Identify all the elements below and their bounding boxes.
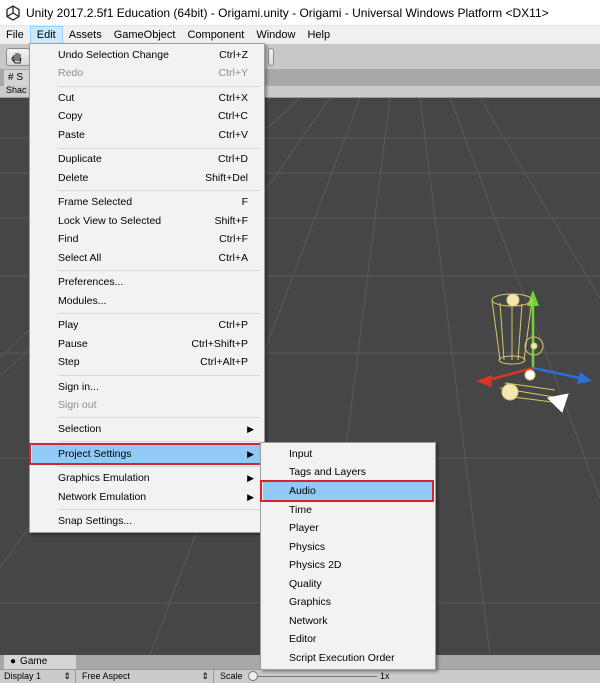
- menu-help[interactable]: Help: [301, 26, 336, 44]
- menu-separator: [58, 509, 260, 510]
- menu-separator: [58, 441, 260, 442]
- menu-item-sign-in[interactable]: Sign in...: [32, 378, 262, 396]
- submenu-item-tags-and-layers[interactable]: Tags and Layers: [263, 463, 433, 481]
- menu-item-preferences[interactable]: Preferences...: [32, 273, 262, 291]
- menu-item-find[interactable]: Find Ctrl+F: [32, 230, 262, 248]
- dropdown-arrow-icon: ⇕: [63, 671, 71, 681]
- menu-item-modules[interactable]: Modules...: [32, 292, 262, 310]
- title-bar: Unity 2017.2.5f1 Education (64bit) - Ori…: [0, 0, 600, 26]
- menu-item-cut[interactable]: Cut Ctrl+X: [32, 89, 262, 107]
- menu-item-duplicate[interactable]: Duplicate Ctrl+D: [32, 150, 262, 168]
- menu-item-pause[interactable]: Pause Ctrl+Shift+P: [32, 335, 262, 353]
- scale-label: Scale: [220, 671, 243, 681]
- menu-item-redo: Redo Ctrl+Y: [58, 67, 248, 79]
- menu-gameobject[interactable]: GameObject: [108, 26, 182, 44]
- project-settings-callout: [29, 443, 262, 465]
- submenu-item-input[interactable]: Input: [263, 445, 433, 463]
- scale-slider-track[interactable]: [252, 676, 377, 677]
- menu-item-lock-view[interactable]: Lock View to Selected Shift+F: [32, 212, 262, 230]
- menu-item-step[interactable]: Step Ctrl+Alt+P: [32, 353, 262, 371]
- game-tab-label: Game: [20, 656, 48, 667]
- hand-icon: [11, 53, 22, 64]
- unity-logo-icon: [6, 4, 20, 21]
- game-toolbar: Display 1 ⇕ Free Aspect ⇕ Scale 1x: [0, 669, 600, 683]
- menu-component[interactable]: Component: [181, 26, 250, 44]
- menu-item-network-emulation[interactable]: Network Emulation ▶: [32, 488, 262, 506]
- shading-mode-dropdown[interactable]: Shac: [6, 85, 27, 95]
- menu-item-paste[interactable]: Paste Ctrl+V: [32, 126, 262, 144]
- submenu-arrow-icon: ▶: [247, 492, 254, 502]
- scene-tab-label: S: [16, 72, 24, 83]
- submenu-item-time[interactable]: Time: [263, 501, 433, 519]
- display-label: Display 1: [4, 671, 42, 681]
- menu-item-snap-settings[interactable]: Snap Settings...: [32, 512, 262, 530]
- menu-separator: [58, 417, 260, 418]
- scale-control: Scale 1x: [216, 670, 406, 683]
- menu-item-graphics-emulation[interactable]: Graphics Emulation ▶: [32, 469, 262, 487]
- scale-value: 1x: [380, 671, 390, 681]
- submenu-item-physics-2d[interactable]: Physics 2D: [263, 556, 433, 574]
- project-settings-submenu: Input Tags and Layers Audio Time Player …: [260, 442, 436, 670]
- toolbar-button-edge[interactable]: [268, 48, 274, 66]
- hand-tool-button[interactable]: [6, 48, 30, 66]
- aspect-dropdown[interactable]: Free Aspect ⇕: [78, 670, 214, 683]
- submenu-arrow-icon: ▶: [247, 473, 254, 483]
- menu-edit[interactable]: Edit: [29, 26, 63, 44]
- window-title: Unity 2017.2.5f1 Education (64bit) - Ori…: [26, 5, 549, 20]
- menu-separator: [58, 148, 260, 149]
- menu-item-selection[interactable]: Selection ▶: [32, 420, 262, 438]
- submenu-item-graphics[interactable]: Graphics: [263, 593, 433, 611]
- submenu-arrow-icon: ▶: [247, 424, 254, 434]
- submenu-item-editor[interactable]: Editor: [263, 630, 433, 648]
- menu-separator: [58, 190, 260, 191]
- menu-item-copy[interactable]: Copy Ctrl+C: [32, 107, 262, 125]
- submenu-item-script-execution-order[interactable]: Script Execution Order: [263, 649, 433, 667]
- menu-item-select-all[interactable]: Select All Ctrl+A: [32, 249, 262, 267]
- aspect-label: Free Aspect: [82, 671, 131, 681]
- dropdown-arrow-icon: ⇕: [201, 671, 209, 681]
- menu-file[interactable]: File: [0, 26, 30, 44]
- menu-item-frame-selected[interactable]: Frame Selected F: [32, 193, 262, 211]
- submenu-item-player[interactable]: Player: [263, 519, 433, 537]
- menu-separator: [58, 466, 260, 467]
- submenu-item-network[interactable]: Network: [263, 612, 433, 630]
- menu-assets[interactable]: Assets: [63, 26, 108, 44]
- menu-item-sign-out: Sign out: [58, 399, 97, 411]
- tab-game[interactable]: ● Game: [4, 655, 76, 669]
- menu-item-play[interactable]: Play Ctrl+P: [32, 316, 262, 334]
- menu-item-undo[interactable]: Undo Selection Change Ctrl+Z: [32, 46, 262, 64]
- submenu-item-quality[interactable]: Quality: [263, 575, 433, 593]
- scale-slider-handle[interactable]: [248, 671, 258, 681]
- menu-window[interactable]: Window: [250, 26, 301, 44]
- menu-separator: [58, 86, 260, 87]
- menu-separator: [58, 313, 260, 314]
- menu-bar: File Edit Assets GameObject Component Wi…: [0, 26, 600, 44]
- game-controller-icon: ●: [10, 656, 17, 667]
- display-dropdown[interactable]: Display 1 ⇕: [0, 670, 76, 683]
- submenu-item-physics[interactable]: Physics: [263, 538, 433, 556]
- menu-separator: [58, 270, 260, 271]
- menu-item-delete[interactable]: Delete Shift+Del: [32, 169, 262, 187]
- menu-separator: [58, 375, 260, 376]
- scene-grid-icon: #: [8, 72, 14, 83]
- audio-callout: [260, 480, 434, 502]
